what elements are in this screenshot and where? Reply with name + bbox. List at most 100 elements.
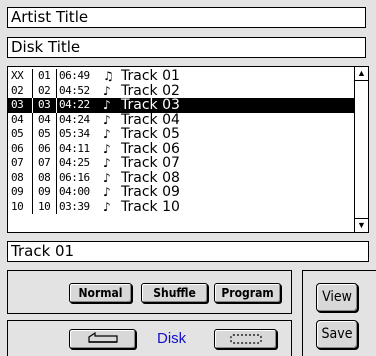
track-index: 10 (11, 199, 24, 213)
column-divider (56, 199, 57, 214)
track-row[interactable]: 07 07 04:25 ♪ Track 07 (8, 156, 354, 171)
track-row[interactable]: 05 05 05:34 ♪ Track 05 (8, 127, 354, 142)
artist-title-field[interactable]: Artist Title (7, 7, 366, 28)
view-button[interactable]: View (316, 283, 358, 312)
note-icon: ♪ (103, 156, 111, 170)
track-index: 04 (11, 112, 24, 126)
scroll-down-button[interactable]: ▼ (355, 218, 368, 232)
shuffle-button[interactable]: Shuffle (141, 283, 208, 303)
track-number: 02 (38, 83, 51, 97)
track-rows: XX 01 06:49 ♫ Track 01 02 02 04:52 ♪ Track 02 03 03… (8, 69, 354, 214)
track-list[interactable]: XX 01 06:49 ♫ Track 01 02 02 04:52 ♪ Track 02 03 03… (7, 66, 369, 233)
track-row[interactable]: 02 02 04:52 ♪ Track 02 (8, 82, 354, 99)
track-index: 07 (11, 156, 24, 169)
track-time: 04:22 (59, 98, 90, 111)
track-name: Track 08 (121, 169, 180, 186)
column-divider (32, 112, 33, 127)
track-row[interactable]: 08 08 06:16 ♪ Track 08 (8, 169, 354, 186)
column-divider (56, 98, 57, 113)
column-divider (56, 156, 57, 171)
note-icon: ♪ (103, 170, 111, 185)
back-button[interactable] (69, 329, 136, 349)
track-name: Track 07 (121, 155, 180, 171)
column-divider (56, 83, 57, 98)
track-time: 06:49 (59, 69, 90, 82)
track-name: Track 04 (121, 111, 180, 128)
save-button[interactable]: Save (316, 320, 358, 349)
track-name: Track 02 (121, 82, 180, 99)
track-number: 09 (38, 185, 51, 198)
track-name: Track 06 (121, 140, 180, 157)
program-button[interactable]: Program (214, 283, 281, 303)
track-row[interactable]: 06 06 04:11 ♪ Track 06 (8, 140, 354, 157)
track-number: 01 (38, 69, 51, 82)
track-name: Track 01 (121, 68, 180, 84)
back-arrow-icon (87, 331, 118, 343)
note-icon: ♪ (103, 98, 111, 112)
column-divider (32, 185, 33, 200)
column-divider (56, 127, 57, 142)
disk-button[interactable] (214, 329, 277, 349)
column-divider (32, 69, 33, 84)
track-time: 04:25 (59, 156, 90, 169)
track-time: 03:39 (59, 199, 90, 213)
track-time: 05:34 (59, 127, 90, 140)
side-panel: View Save (302, 270, 376, 356)
current-track-field[interactable]: Track 01 (7, 241, 369, 262)
track-row[interactable]: 04 04 04:24 ♪ Track 04 (8, 111, 354, 128)
track-time: 04:00 (59, 185, 90, 198)
track-row[interactable]: 09 09 04:00 ♪ Track 09 (8, 185, 354, 200)
track-name: Track 09 (121, 184, 180, 200)
track-row[interactable]: XX 01 06:49 ♫ Track 01 (8, 69, 354, 84)
track-row[interactable]: 03 03 04:22 ♪ Track 03 (8, 98, 354, 113)
track-index: 02 (11, 83, 24, 97)
note-icon: ♪ (103, 83, 111, 98)
track-name: Track 05 (121, 126, 180, 142)
track-row[interactable]: 10 10 03:39 ♪ Track 10 (8, 198, 354, 215)
track-name: Track 10 (121, 198, 180, 215)
scrollbar[interactable]: ▲ ▼ (354, 67, 368, 232)
note-icon: ♪ (103, 127, 111, 141)
track-index: 08 (11, 170, 24, 184)
track-number: 10 (38, 199, 51, 213)
track-number: 08 (38, 170, 51, 184)
column-divider (56, 112, 57, 127)
column-divider (32, 170, 33, 185)
track-number: 04 (38, 112, 51, 126)
track-index: 06 (11, 141, 24, 155)
column-divider (32, 141, 33, 156)
column-divider (32, 83, 33, 98)
disk-icon (229, 334, 262, 344)
column-divider (56, 141, 57, 156)
track-index: 03 (11, 98, 24, 111)
note-icon: ♪ (103, 185, 111, 199)
column-divider (32, 127, 33, 142)
track-time: 04:24 (59, 112, 90, 126)
track-index: 09 (11, 185, 24, 198)
track-name: Track 03 (121, 97, 180, 113)
track-index: XX (11, 69, 24, 82)
column-divider (32, 98, 33, 113)
track-number: 03 (38, 98, 51, 111)
track-number: 07 (38, 156, 51, 169)
column-divider (56, 185, 57, 200)
column-divider (56, 170, 57, 185)
column-divider (56, 69, 57, 84)
play-mode-panel: Normal Shuffle Program (7, 270, 292, 314)
disk-title-field[interactable]: Disk Title (7, 37, 366, 58)
disk-label: Disk (157, 330, 187, 347)
track-time: 04:11 (59, 141, 90, 155)
track-number: 05 (38, 127, 51, 140)
note-icon: ♪ (103, 199, 111, 214)
track-number: 06 (38, 141, 51, 155)
eighth-note-inverse-icon: ♫ (103, 69, 114, 83)
column-divider (32, 156, 33, 171)
track-time: 04:52 (59, 83, 90, 97)
track-index: 05 (11, 127, 24, 140)
column-divider (32, 199, 33, 214)
track-time: 06:16 (59, 170, 90, 184)
normal-button[interactable]: Normal (69, 283, 132, 303)
note-icon: ♪ (103, 141, 111, 156)
scroll-up-button[interactable]: ▲ (355, 67, 368, 81)
note-icon: ♪ (103, 112, 111, 127)
